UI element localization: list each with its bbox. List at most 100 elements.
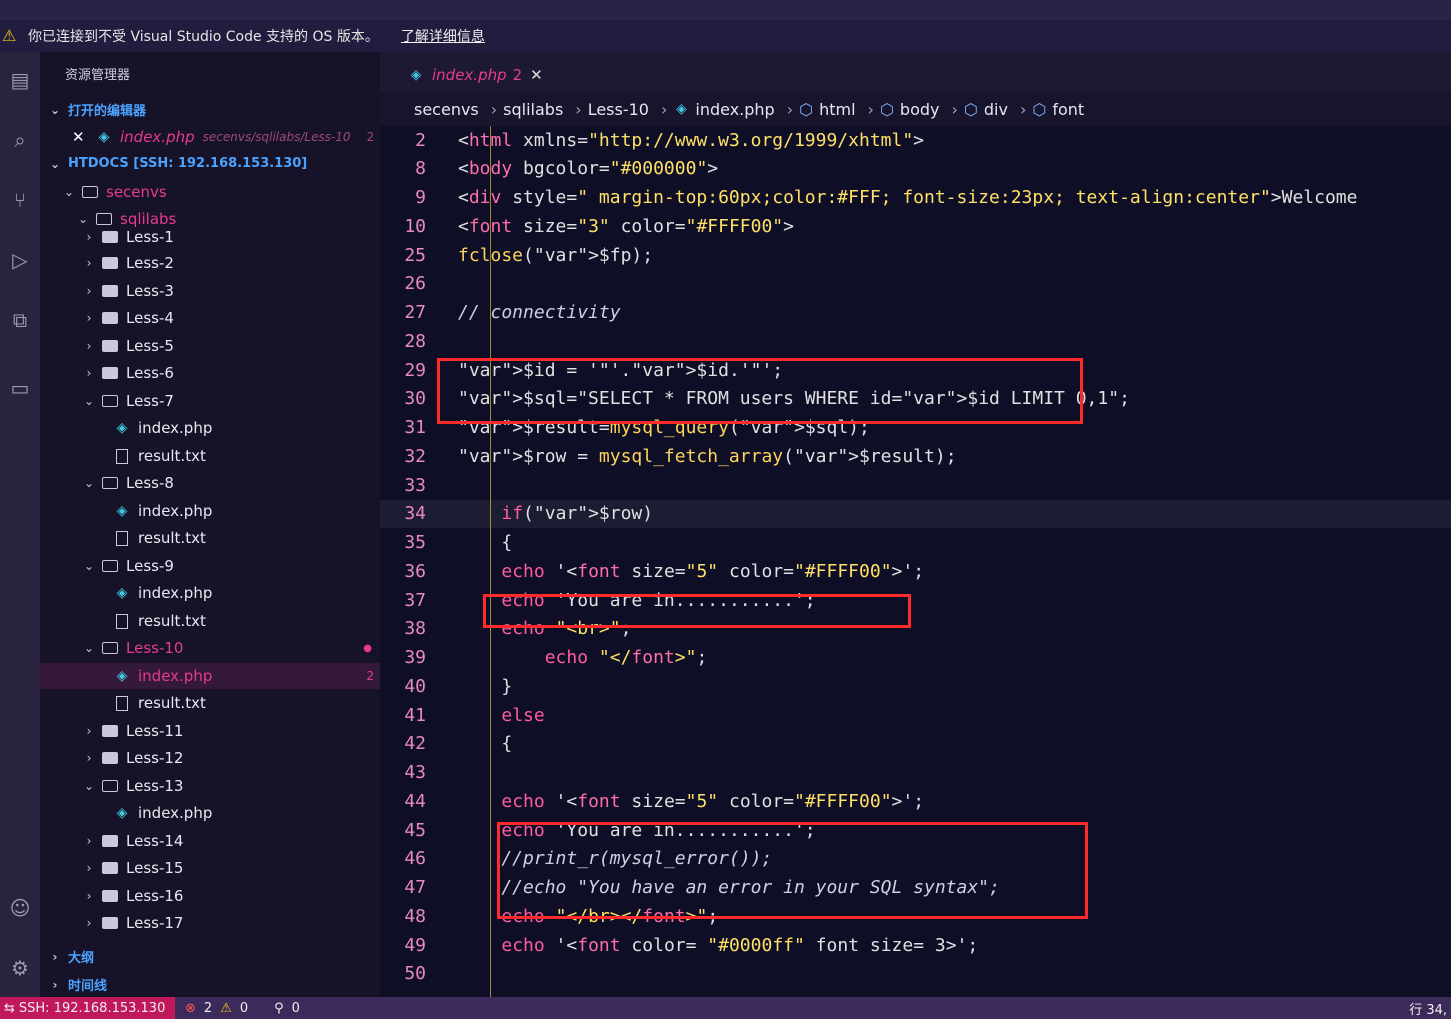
code-line[interactable]: 42 { [380, 730, 1451, 758]
file-index-php[interactable]: ◈ index.php [114, 580, 213, 606]
code-line[interactable]: 25 fclose("var">$fp); [380, 241, 1451, 269]
folder-icon [102, 862, 118, 874]
file-result-txt[interactable]: result.txt [114, 690, 206, 716]
cursor-position[interactable]: 行 34, [1409, 997, 1447, 1019]
breadcrumb-item[interactable]: div [984, 100, 1008, 119]
remote-explorer-icon[interactable]: ▭ [0, 372, 40, 404]
source-control-icon[interactable]: ⑂ [0, 184, 40, 216]
file-result-txt[interactable]: result.txt [114, 443, 206, 469]
line-number: 33 [404, 474, 426, 496]
breadcrumb-item[interactable]: body [900, 100, 940, 119]
line-number: 49 [404, 934, 426, 956]
file-index-php[interactable]: ◈ index.php [114, 498, 213, 524]
port-icon: ⚲ [274, 1000, 284, 1016]
line-number: 40 [404, 675, 426, 697]
code-line[interactable]: 39 echo "</font>"; [380, 644, 1451, 672]
file-result-txt[interactable]: result.txt [114, 608, 206, 634]
folder-less-14[interactable]: › Less-14 [82, 828, 184, 854]
open-editors-section[interactable]: ⌄ 打开的编辑器 [48, 100, 146, 120]
tab-index-php[interactable]: ◈ index.php 2 ✕ [408, 58, 543, 92]
file-index-php-active[interactable]: ◈ index.php 2 [40, 663, 380, 689]
folder-less-7[interactable]: ⌄ Less-7 [82, 388, 174, 414]
breadcrumb-item[interactable]: Less-10 [588, 100, 649, 119]
chevron-down-icon: ⌄ [83, 476, 95, 490]
code-line[interactable]: 10 <font size="3" color="#FFFF00"> [380, 212, 1451, 240]
remote-indicator[interactable]: ⇆ SSH: 192.168.153.130 [0, 997, 176, 1019]
folder-secenvs[interactable]: ⌄ secenvs [62, 179, 167, 205]
chevron-down-icon: ⌄ [49, 156, 61, 171]
explorer-title: 资源管理器 [65, 68, 131, 83]
files-icon[interactable]: ▤ [0, 64, 40, 96]
file-result-txt[interactable]: result.txt [114, 525, 206, 551]
folder-less-9[interactable]: ⌄ Less-9 [82, 553, 174, 579]
folder-less-3[interactable]: › Less-3 [82, 278, 174, 304]
code-line[interactable]: 28 [380, 327, 1451, 355]
folder-less-4[interactable]: › Less-4 [82, 305, 174, 331]
breadcrumb: secenvs › sqlilabs › Less-10 › ◈ index.php ›… [380, 92, 1451, 126]
line-number: 50 [404, 963, 426, 985]
breadcrumb-item[interactable]: sqlilabs [503, 100, 563, 119]
learn-more-link[interactable]: 了解详细信息 [401, 26, 485, 46]
code-line[interactable]: 35 { [380, 529, 1451, 557]
code-line[interactable]: 41 else [380, 701, 1451, 729]
code-line[interactable]: 27 // connectivity [380, 299, 1451, 327]
breadcrumb-item[interactable]: index.php [695, 100, 774, 119]
php-file-icon: ◈ [410, 67, 422, 83]
code-line[interactable]: 8 <body bgcolor="#000000"> [380, 155, 1451, 183]
code-line[interactable]: 43 [380, 759, 1451, 787]
breadcrumb-item[interactable]: secenvs [414, 100, 479, 119]
file-index-php[interactable]: ◈ index.php [114, 800, 213, 826]
close-icon[interactable]: ✕ [72, 128, 88, 146]
code-line[interactable]: 9 <div style=" margin-top:60px;color:#FFF… [380, 184, 1451, 212]
chevron-right-icon: › [490, 99, 498, 119]
error-icon: ⊗ [185, 1000, 196, 1016]
code-line[interactable]: 34 if("var">$row) [380, 499, 1451, 528]
outline-section[interactable]: › 大纲 [48, 947, 95, 967]
folder-less-17[interactable]: › Less-17 [82, 910, 184, 936]
folder-less-6[interactable]: › Less-6 [82, 360, 174, 386]
folder-less-13[interactable]: ⌄ Less-13 [82, 773, 183, 799]
code-line[interactable]: 40 } [380, 672, 1451, 700]
folder-less-2[interactable]: › Less-2 [82, 250, 174, 276]
folder-less-15[interactable]: › Less-15 [82, 855, 184, 881]
folder-less-8[interactable]: ⌄ Less-8 [82, 470, 174, 496]
timeline-section[interactable]: › 时间线 [48, 975, 108, 995]
chevron-right-icon: › [86, 834, 92, 848]
problem-count-badge: 2 [366, 130, 375, 144]
folder-icon [102, 231, 118, 243]
htdocs-root[interactable]: ⌄ HTDOCS [SSH: 192.168.153.130] [48, 156, 307, 171]
code-line[interactable]: 44 echo '<font size="5" color="#FFFF00">… [380, 787, 1451, 815]
account-icon[interactable]: ☺ [0, 892, 40, 924]
chevron-right-icon: › [86, 230, 92, 244]
close-icon[interactable]: ✕ [530, 66, 543, 84]
folder-less-5[interactable]: › Less-5 [82, 333, 174, 359]
code-line[interactable]: 36 echo '<font size="5" color="#FFFF00">… [380, 557, 1451, 585]
open-editor-item[interactable]: ✕ ◈ index.php secenvs/sqlilabs/Less-10 2 [72, 124, 374, 150]
code-line[interactable]: 50 [380, 960, 1451, 988]
chevron-right-icon: › [86, 256, 92, 270]
line-number: 41 [404, 704, 426, 726]
code-line[interactable]: 32 "var">$row = mysql_fetch_array("var">$… [380, 442, 1451, 470]
line-number: 28 [404, 330, 426, 352]
folder-less-1[interactable]: › Less-1 [82, 224, 174, 250]
problems-indicator[interactable]: ⊗ 2 ⚠ 0 ⚲ 0 [185, 997, 300, 1019]
code-line[interactable]: 2 <html xmlns="http://www.w3.org/1999/xht… [380, 126, 1451, 154]
breadcrumb-item[interactable]: font [1052, 100, 1084, 119]
folder-less-16[interactable]: › Less-16 [82, 883, 184, 909]
file-index-php[interactable]: ◈ index.php [114, 415, 213, 441]
folder-less-11[interactable]: › Less-11 [82, 718, 184, 744]
gear-icon[interactable]: ⚙ [0, 952, 40, 984]
breadcrumb-item[interactable]: html [819, 100, 855, 119]
highlight-box [483, 594, 911, 628]
text-file-icon [116, 613, 128, 629]
code-line[interactable]: 33 [380, 471, 1451, 499]
search-icon[interactable]: ⌕ [0, 124, 40, 156]
folder-less-10[interactable]: ⌄ Less-10 ● [82, 635, 372, 661]
chevron-down-icon: ⌄ [63, 185, 75, 199]
code-line[interactable]: 49 echo '<font color= "#0000ff" font siz… [380, 931, 1451, 959]
folder-less-12[interactable]: › Less-12 [82, 745, 184, 771]
extensions-icon[interactable]: ⧉ [0, 304, 40, 336]
code-line[interactable]: 26 [380, 270, 1451, 298]
run-debug-icon[interactable]: ▷ [0, 244, 40, 276]
line-number: 10 [404, 215, 426, 237]
